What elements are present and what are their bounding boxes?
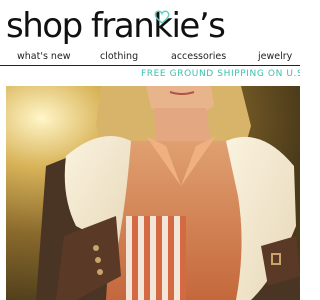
hero-photo	[6, 86, 300, 300]
nav-accessories[interactable]: accessories	[171, 51, 226, 62]
promo-banner[interactable]: FREE GROUND SHIPPING ON U.S. ORDERS	[0, 66, 300, 84]
heart-icon	[154, 10, 170, 24]
nav-clothing[interactable]: clothing	[100, 51, 138, 62]
main-nav: what's new clothing accessories jewelry	[0, 50, 300, 66]
logo-text: shop frankie’s	[6, 6, 226, 46]
hero-image[interactable]	[6, 86, 300, 300]
nav-jewelry[interactable]: jewelry	[258, 51, 292, 62]
nav-whats-new[interactable]: what's new	[17, 51, 71, 62]
promo-text: FREE GROUND SHIPPING ON U.S. ORDERS	[141, 69, 300, 79]
site-logo[interactable]: shop frankie’s	[6, 6, 294, 46]
